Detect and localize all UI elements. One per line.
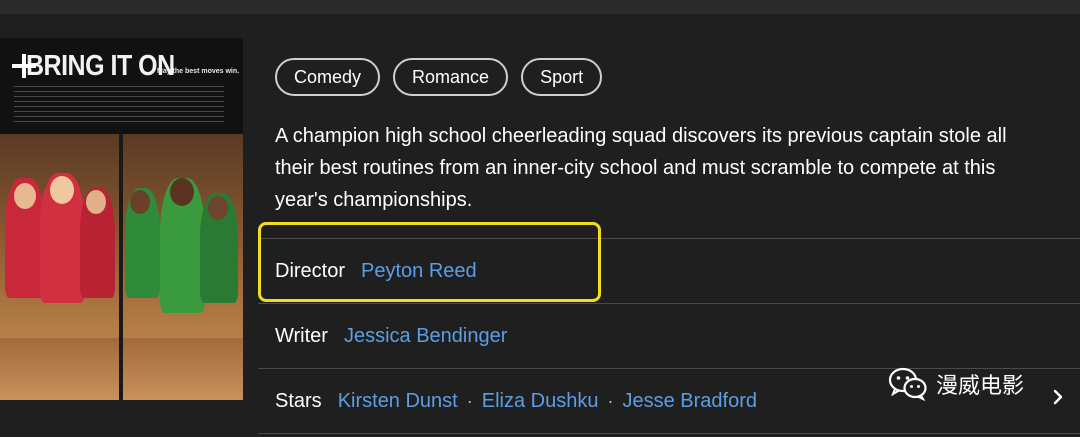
- credit-row-stars: Stars Kirsten Dunst · Eliza Dushku · Jes…: [275, 369, 757, 433]
- star-link[interactable]: Kirsten Dunst: [338, 390, 458, 413]
- watermark-text: 漫威电影: [936, 374, 1025, 399]
- genre-chip-comedy[interactable]: Comedy: [275, 58, 381, 96]
- credit-row-writer: Writer Jessica Bendinger: [275, 304, 507, 368]
- plus-icon: [12, 54, 36, 78]
- director-label: Director: [275, 259, 346, 282]
- director-link[interactable]: Peyton Reed: [361, 260, 477, 283]
- plot-summary: A champion high school cheerleading squa…: [275, 125, 1007, 211]
- add-to-watchlist-button[interactable]: [4, 46, 44, 86]
- watermark: 漫威电影: [888, 367, 1024, 401]
- poster-credit-block: [14, 86, 224, 122]
- cheerleader-head: [208, 196, 228, 220]
- credit-row-director: Director Peyton Reed: [275, 239, 477, 303]
- genre-chip-romance[interactable]: Romance: [393, 58, 509, 96]
- cheerleader-head: [50, 176, 74, 204]
- star-separator: ·: [466, 390, 473, 411]
- star-link[interactable]: Eliza Dushku: [482, 390, 599, 413]
- stars-label: Stars: [275, 389, 322, 412]
- movie-poster[interactable]: BRING IT ON May the best moves win.: [0, 38, 243, 400]
- star-link[interactable]: Jesse Bradford: [622, 390, 757, 413]
- poster-title: BRING IT ON: [26, 49, 175, 83]
- wechat-icon: [888, 367, 927, 401]
- cheerleader-head: [86, 190, 106, 214]
- genre-chip-sport[interactable]: Sport: [521, 58, 603, 96]
- cheerleader-head: [170, 178, 194, 206]
- cheerleader-head: [130, 190, 150, 214]
- genre-list: Comedy Romance Sport: [275, 58, 603, 96]
- poster-panel-divider: [119, 134, 123, 400]
- chevron-right-icon[interactable]: [1052, 388, 1064, 406]
- divider: [258, 433, 1080, 434]
- writer-label: Writer: [275, 324, 328, 347]
- poster-tagline: May the best moves win.: [157, 68, 240, 75]
- writer-link[interactable]: Jessica Bendinger: [344, 325, 507, 348]
- star-separator: ·: [607, 390, 614, 411]
- cheerleader-head: [14, 183, 36, 209]
- top-bar: [0, 0, 1080, 14]
